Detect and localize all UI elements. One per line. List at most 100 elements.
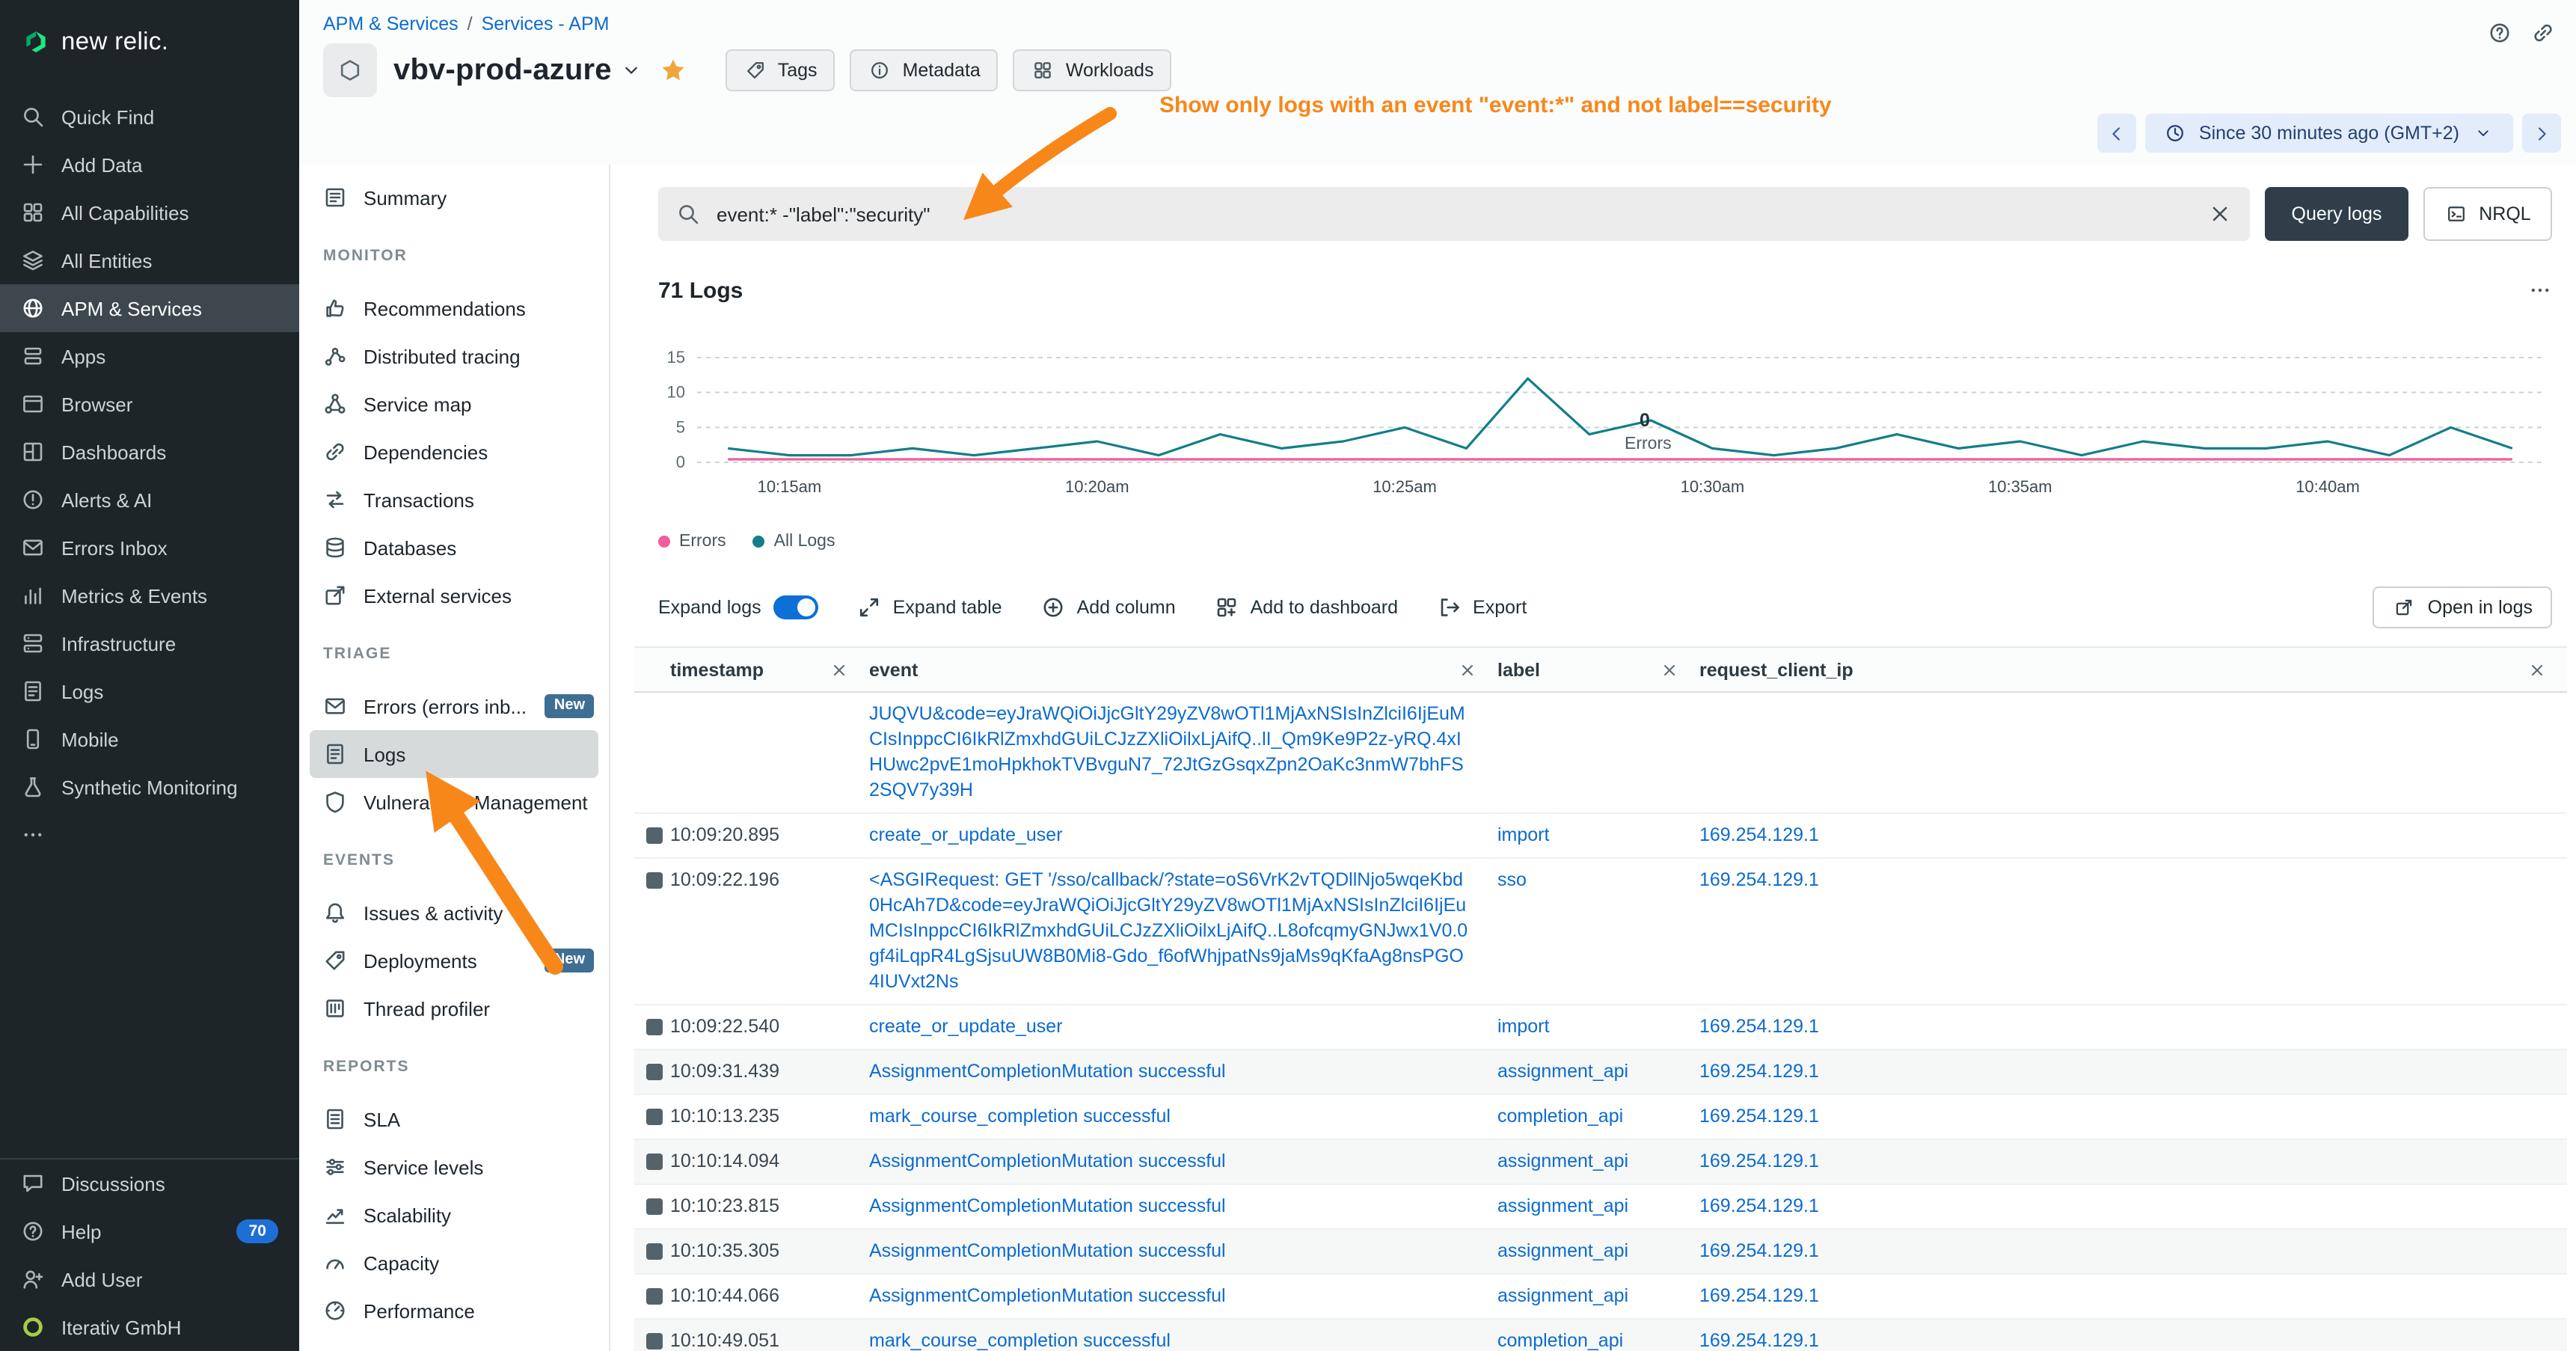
entity-nav-item-dependencies[interactable]: Dependencies	[299, 428, 609, 476]
log-label-link[interactable]: assignment_api	[1497, 1149, 1699, 1174]
log-event-link[interactable]: mark_course_completion successful	[869, 1104, 1497, 1130]
row-select-box[interactable]	[646, 1109, 663, 1125]
log-label-link[interactable]: import	[1497, 823, 1699, 848]
row-select-box[interactable]	[646, 1198, 663, 1215]
log-event-link[interactable]: AssignmentCompletionMutation successful	[869, 1059, 1497, 1085]
entity-nav-item-service-levels[interactable]: Service levels	[299, 1143, 609, 1191]
expand-table-button[interactable]: Expand table	[857, 595, 1002, 619]
sidebar-item-all-capabilities[interactable]: All Capabilities	[0, 189, 299, 236]
log-label-link[interactable]: completion_api	[1497, 1104, 1699, 1130]
log-row[interactable]: 10:10:23.815AssignmentCompletionMutation…	[634, 1185, 2567, 1230]
log-label-link[interactable]: assignment_api	[1497, 1239, 1699, 1264]
entity-nav-item-thread-profiler[interactable]: Thread profiler	[299, 984, 609, 1032]
row-select-box[interactable]	[646, 1019, 663, 1035]
row-select-box[interactable]	[646, 1064, 663, 1080]
log-ip-link[interactable]: 169.254.129.1	[1699, 868, 2567, 893]
add-column-button[interactable]: Add column	[1041, 595, 1176, 619]
log-row[interactable]: 10:10:35.305AssignmentCompletionMutation…	[634, 1230, 2567, 1275]
entity-switcher-chevron-icon[interactable]	[621, 60, 642, 81]
log-ip-link[interactable]: 169.254.129.1	[1699, 823, 2567, 848]
time-forward-button[interactable]	[2522, 114, 2561, 153]
log-row[interactable]: JUQVU&code=eyJraWQiOiJjcGltY29yZV8wOTl1M…	[634, 693, 2567, 814]
query-logs-button[interactable]: Query logs	[2265, 187, 2408, 241]
log-event-link[interactable]: <ASGIRequest: GET '/sso/callback/?state=…	[869, 868, 1497, 995]
entity-nav-item-recommendations[interactable]: Recommendations	[299, 284, 609, 332]
more-options-icon[interactable]	[2528, 278, 2552, 302]
log-ip-link[interactable]: 169.254.129.1	[1699, 1059, 2567, 1085]
breadcrumb-link[interactable]: Services - APM	[482, 13, 610, 34]
log-row[interactable]: 10:09:22.540create_or_update_userimport1…	[634, 1005, 2567, 1050]
workloads-chip[interactable]: Workloads	[1013, 49, 1172, 91]
time-picker[interactable]: Since 30 minutes ago (GMT+2)	[2145, 114, 2513, 153]
log-row[interactable]: 10:10:49.051mark_course_completion succe…	[634, 1320, 2567, 1351]
log-ip-link[interactable]: 169.254.129.1	[1699, 1239, 2567, 1264]
entity-nav-item-scalability[interactable]: Scalability	[299, 1191, 609, 1239]
add-to-dashboard-button[interactable]: Add to dashboard	[1215, 595, 1398, 619]
log-event-link[interactable]: AssignmentCompletionMutation successful	[869, 1149, 1497, 1174]
column-header-timestamp[interactable]: timestamp	[670, 659, 869, 680]
sidebar-item-alerts-ai[interactable]: Alerts & AI	[0, 476, 299, 524]
sidebar-item-help[interactable]: Help70	[0, 1207, 299, 1255]
sidebar-item-all-entities[interactable]: All Entities	[0, 236, 299, 284]
remove-column-icon[interactable]	[1456, 661, 1479, 678]
log-ip-link[interactable]: 169.254.129.1	[1699, 1284, 2567, 1309]
log-label-link[interactable]: assignment_api	[1497, 1194, 1699, 1219]
entity-nav-item-capacity[interactable]: Capacity	[299, 1239, 609, 1287]
sidebar-item-more[interactable]	[0, 811, 299, 859]
log-label-link[interactable]: completion_api	[1497, 1329, 1699, 1351]
permalink-icon[interactable]	[2531, 19, 2555, 46]
sidebar-item-browser[interactable]: Browser	[0, 380, 299, 428]
sidebar-item-add-user[interactable]: Add User	[0, 1255, 299, 1303]
column-header-request-client-ip[interactable]: request_client_ip	[1699, 659, 2567, 680]
log-label-link[interactable]: sso	[1497, 868, 1699, 893]
log-row[interactable]: 10:09:31.439AssignmentCompletionMutation…	[634, 1050, 2567, 1095]
sidebar-item-errors-inbox[interactable]: Errors Inbox	[0, 524, 299, 572]
sidebar-item-metrics-events[interactable]: Metrics & Events	[0, 572, 299, 619]
row-select-box[interactable]	[646, 1243, 663, 1260]
entity-nav-item-summary[interactable]: Summary	[299, 174, 609, 221]
remove-column-icon[interactable]	[827, 661, 851, 678]
expand-logs-control[interactable]: Expand logs	[658, 595, 818, 619]
entity-nav-item-external-services[interactable]: External services	[299, 572, 609, 619]
clear-query-icon[interactable]	[2208, 202, 2232, 226]
sidebar-item-add-data[interactable]: Add Data	[0, 141, 299, 189]
entity-nav-item-vulnerability-management[interactable]: Vulnerability Management	[299, 778, 609, 826]
log-event-link[interactable]: AssignmentCompletionMutation successful	[869, 1239, 1497, 1264]
entity-nav-item-sla[interactable]: SLA	[299, 1095, 609, 1143]
entity-nav-item-distributed-tracing[interactable]: Distributed tracing	[299, 332, 609, 380]
sidebar-item-synthetic-monitoring[interactable]: Synthetic Monitoring	[0, 763, 299, 811]
row-select-box[interactable]	[646, 1333, 663, 1350]
legend-item-all-logs[interactable]: All Logs	[753, 533, 835, 551]
sidebar-item-apps[interactable]: Apps	[0, 332, 299, 380]
sidebar-item-iterativ-gmbh[interactable]: Iterativ GmbH	[0, 1303, 299, 1351]
row-select-box[interactable]	[646, 1288, 663, 1305]
entity-nav-item-performance[interactable]: Performance	[299, 1287, 609, 1335]
nrql-button[interactable]: NRQL	[2423, 187, 2552, 241]
help-icon[interactable]	[2488, 19, 2512, 46]
newrelic-logo[interactable]: new relic.	[0, 0, 299, 84]
expand-logs-toggle-on[interactable]	[773, 595, 818, 619]
log-label-link[interactable]: import	[1497, 1014, 1699, 1040]
log-event-link[interactable]: AssignmentCompletionMutation successful	[869, 1194, 1497, 1219]
log-event-link[interactable]: AssignmentCompletionMutation successful	[869, 1284, 1497, 1309]
log-row[interactable]: 10:09:20.895create_or_update_userimport1…	[634, 814, 2567, 859]
log-label-link[interactable]: assignment_api	[1497, 1059, 1699, 1085]
log-event-link[interactable]: create_or_update_user	[869, 823, 1497, 848]
log-row[interactable]: 10:09:22.196<ASGIRequest: GET '/sso/call…	[634, 859, 2567, 1005]
column-header-label[interactable]: label	[1497, 659, 1699, 680]
favorite-star-icon[interactable]	[660, 57, 687, 84]
log-event-link[interactable]: mark_course_completion successful	[869, 1329, 1497, 1351]
sidebar-item-discussions[interactable]: Discussions	[0, 1159, 299, 1207]
export-button[interactable]: Export	[1437, 595, 1527, 619]
log-event-link[interactable]: create_or_update_user	[869, 1014, 1497, 1040]
breadcrumb-link[interactable]: APM & Services	[323, 13, 459, 34]
remove-column-icon[interactable]	[1657, 661, 1681, 678]
open-in-logs-button[interactable]: Open in logs	[2373, 586, 2552, 628]
entity-nav-item-service-map[interactable]: Service map	[299, 380, 609, 428]
entity-nav-item-transactions[interactable]: Transactions	[299, 476, 609, 524]
log-ip-link[interactable]: 169.254.129.1	[1699, 1194, 2567, 1219]
entity-nav-item-logs[interactable]: Logs	[310, 730, 598, 778]
log-ip-link[interactable]: 169.254.129.1	[1699, 1149, 2567, 1174]
sidebar-item-apm-services[interactable]: APM & Services	[0, 284, 299, 332]
log-row[interactable]: 10:10:44.066AssignmentCompletionMutation…	[634, 1275, 2567, 1320]
